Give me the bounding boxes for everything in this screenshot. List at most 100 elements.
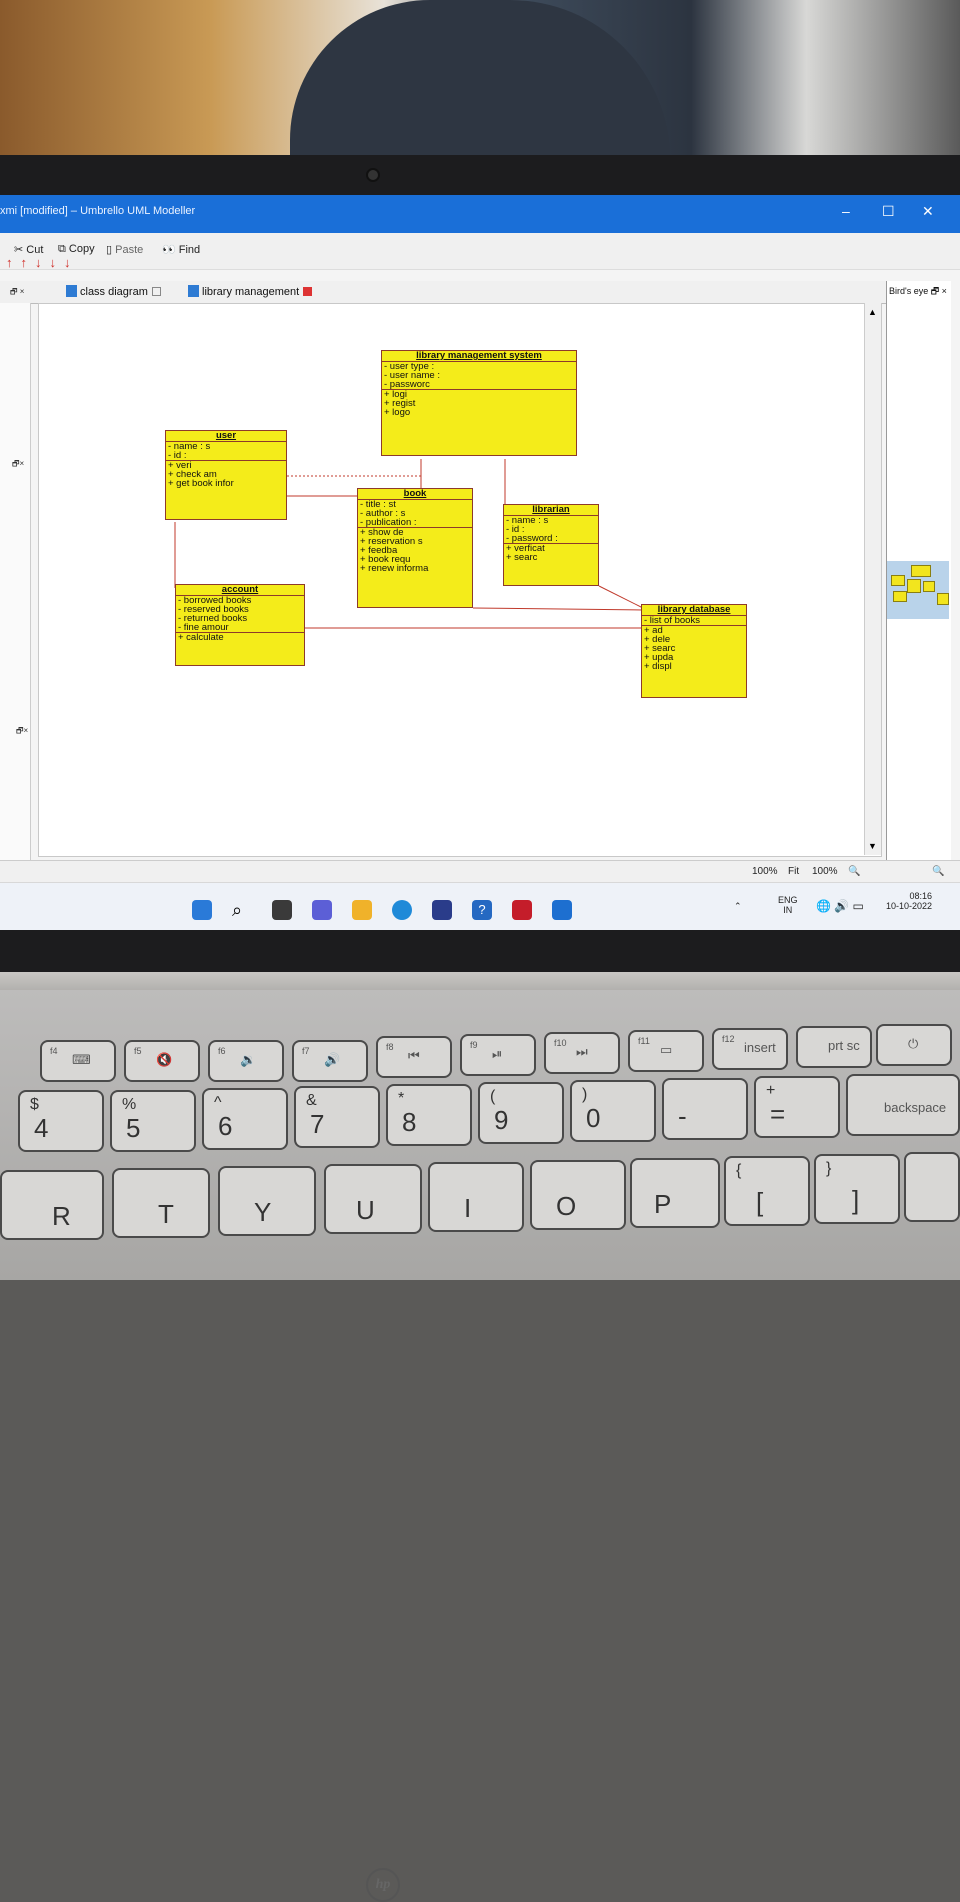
task-view-icon[interactable] xyxy=(272,900,292,920)
class-user[interactable]: user - name : s - id : + veri + check am… xyxy=(165,430,287,520)
key-equals[interactable]: + = xyxy=(754,1076,840,1138)
class-book[interactable]: book - title : st - author : s - publica… xyxy=(357,488,473,608)
key-f8[interactable]: f8 ⏮ xyxy=(376,1036,452,1078)
operation: + logi xyxy=(384,390,407,399)
diagram-icon xyxy=(188,285,199,297)
key-bracket-open[interactable]: {[ xyxy=(724,1156,810,1226)
start-icon[interactable] xyxy=(192,900,212,920)
edge-icon[interactable] xyxy=(392,900,412,920)
birds-eye-label: Bird's eye xyxy=(889,286,929,296)
dock-float-icon[interactable]: 🗗× xyxy=(12,458,24,472)
arrow-down-icon[interactable]: ↓ xyxy=(35,255,50,270)
attribute: - name : s xyxy=(506,516,549,525)
laptop-keyboard: f4 ⌨ f5 🔇 f6 🔉 f7 🔊 f8 ⏮ f9 ⏯ f10 ⏭ f11 ▭ f12 ins… xyxy=(0,990,960,1280)
vertical-scrollbar[interactable]: ▲ ▼ xyxy=(864,303,881,855)
class-library-database[interactable]: library database - list of books + ad + … xyxy=(641,604,747,698)
key-power[interactable]: ⏻ xyxy=(876,1024,952,1066)
help-icon[interactable]: ? xyxy=(472,900,492,920)
arrow-up-icon[interactable]: ↑ xyxy=(21,255,36,270)
scroll-up-icon[interactable]: ▲ xyxy=(868,307,877,317)
class-attributes: - name : s - id : - password : xyxy=(504,516,598,544)
align-arrows-toolbar[interactable]: ↑↑↓↓↓ xyxy=(6,255,79,270)
diagram-canvas[interactable]: library management system - user type : … xyxy=(38,303,882,857)
birds-eye-preview[interactable] xyxy=(887,561,949,619)
key-6[interactable]: ^ 6 xyxy=(202,1088,288,1150)
scroll-down-icon[interactable]: ▼ xyxy=(868,841,877,851)
diagram-icon xyxy=(66,285,77,297)
main-toolbar: ✂ Cut ⧉ Copy ▯ Paste 👀 Find xyxy=(0,233,960,270)
maximize-button[interactable]: ☐ xyxy=(882,203,895,220)
class-library-management-system[interactable]: library management system - user type : … xyxy=(381,350,577,456)
key-backslash[interactable] xyxy=(904,1152,960,1222)
tab-class-diagram[interactable]: class diagram xyxy=(66,285,161,298)
tab-library-management[interactable]: library management xyxy=(188,285,313,298)
mini-class xyxy=(907,579,921,593)
key-y[interactable]: Y xyxy=(218,1166,316,1236)
key-9[interactable]: (9 xyxy=(478,1082,564,1144)
association-line xyxy=(472,607,644,611)
key-5[interactable]: % 5 xyxy=(110,1090,196,1152)
attribute: - id : xyxy=(168,451,187,460)
key-4[interactable]: $4 xyxy=(18,1090,104,1152)
fit-button[interactable]: Fit xyxy=(788,866,799,877)
key-7[interactable]: & 7 xyxy=(294,1086,380,1148)
key-f9[interactable]: f9 ⏯ xyxy=(460,1034,536,1076)
arrow-up-icon[interactable]: ↑ xyxy=(6,255,21,270)
mcafee-icon[interactable] xyxy=(512,900,532,920)
teams-icon[interactable] xyxy=(312,900,332,920)
minimize-button[interactable]: – xyxy=(842,203,850,219)
arrow-down-icon[interactable]: ↓ xyxy=(50,255,65,270)
file-explorer-icon[interactable] xyxy=(352,900,372,920)
key-backspace[interactable]: backspace xyxy=(846,1074,960,1136)
class-account[interactable]: account - borrowed books - reserved book… xyxy=(175,584,305,666)
operation: + veri xyxy=(168,461,192,470)
attribute: - returned books xyxy=(178,614,248,623)
key-o[interactable]: O xyxy=(530,1160,626,1230)
class-attributes: - borrowed books - reserved books - retu… xyxy=(176,596,304,633)
key-8[interactable]: * 8 xyxy=(386,1084,472,1146)
key-f10[interactable]: f10 ⏭ xyxy=(544,1032,620,1074)
clock[interactable]: 08:16 10-10-2022 xyxy=(886,891,932,911)
key-i[interactable]: I xyxy=(428,1162,524,1232)
class-librarian[interactable]: librarian - name : s - id : - password :… xyxy=(503,504,599,586)
arrow-down-icon[interactable]: ↓ xyxy=(64,255,79,270)
dock-float-icon[interactable]: 🗗 × xyxy=(10,286,24,300)
key-0[interactable]: ) 0 xyxy=(570,1080,656,1142)
title-bar: xmi [modified] – Umbrello UML Modeller –… xyxy=(0,195,960,233)
language-indicator[interactable]: ENG IN xyxy=(778,895,798,915)
dock-float-icon[interactable]: 🗗× xyxy=(16,725,28,739)
umbrello-icon[interactable] xyxy=(552,900,572,920)
key-prtsc[interactable]: prt sc xyxy=(796,1026,872,1068)
class-attributes: - list of books xyxy=(642,616,746,626)
find-button[interactable]: 👀 Find xyxy=(162,243,200,256)
paste-button[interactable]: ▯ Paste xyxy=(106,243,143,256)
tab-close-icon[interactable] xyxy=(151,287,161,296)
key-f5[interactable]: f5 🔇 xyxy=(124,1040,200,1082)
search-icon[interactable]: ⌕ xyxy=(232,900,252,920)
zoom-in-icon[interactable]: 🔍 xyxy=(932,866,944,877)
key-f11[interactable]: f11 ▭ xyxy=(628,1030,704,1072)
key-insert[interactable]: f12 insert xyxy=(712,1028,788,1070)
key-t[interactable]: T xyxy=(112,1168,210,1238)
window-title: xmi [modified] – Umbrello UML Modeller xyxy=(0,205,196,217)
zoom-select[interactable]: 100% xyxy=(812,866,838,877)
class-operations: + logi + regist + logo xyxy=(382,390,576,417)
chevron-up-icon[interactable]: ⌃ xyxy=(734,901,742,912)
operation: + feedba xyxy=(360,546,398,555)
key-f4[interactable]: f4 ⌨ xyxy=(40,1040,116,1082)
key-p[interactable]: P xyxy=(630,1158,720,1228)
key-f7[interactable]: f7 🔊 xyxy=(292,1040,368,1082)
network-volume-battery-icon[interactable]: 🌐 🔊 ▭ xyxy=(816,899,864,913)
key-minus[interactable]: - xyxy=(662,1078,748,1140)
key-r[interactable]: R xyxy=(0,1170,104,1240)
key-f6[interactable]: f6 🔉 xyxy=(208,1040,284,1082)
play-pause-icon: ⏯ xyxy=(492,1046,503,1061)
close-button[interactable]: ✕ xyxy=(922,203,934,220)
mini-class xyxy=(923,581,935,592)
zoom-out-icon[interactable]: 🔍 xyxy=(848,866,860,877)
attribute: - name : s xyxy=(168,442,211,451)
tab-close-icon[interactable] xyxy=(303,287,313,296)
store-icon[interactable] xyxy=(432,900,452,920)
key-u[interactable]: U xyxy=(324,1164,422,1234)
key-bracket-close[interactable]: }] xyxy=(814,1154,900,1224)
